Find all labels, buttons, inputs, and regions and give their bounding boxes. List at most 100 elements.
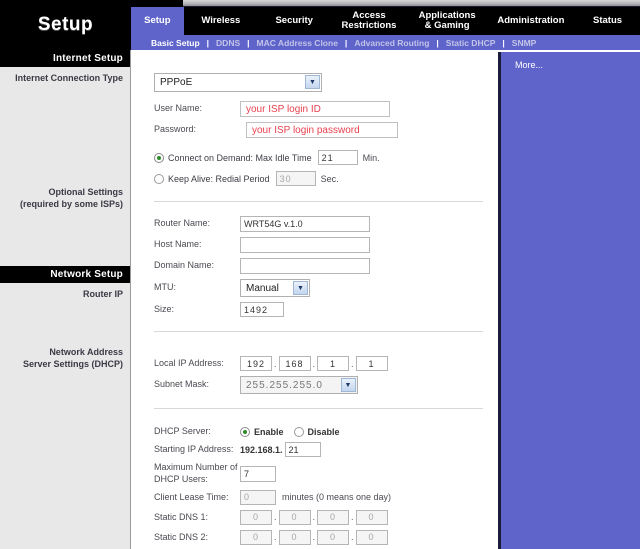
- subnav-separator-2: |: [247, 37, 250, 48]
- host-name-input[interactable]: [240, 237, 370, 253]
- mtu-row: MTU: Manual ▼: [154, 279, 483, 297]
- router-name-row: Router Name:: [154, 216, 483, 232]
- keep-alive-row[interactable]: Keep Alive: Redial Period Sec.: [154, 171, 483, 186]
- static-dns2-octet-4[interactable]: [355, 529, 388, 545]
- host-name-label: Host Name:: [154, 239, 202, 250]
- chevron-down-icon[interactable]: ▼: [305, 75, 320, 89]
- subnet-mask-label: Subnet Mask:: [154, 379, 210, 390]
- domain-name-input[interactable]: [240, 258, 370, 274]
- redial-period-input[interactable]: [275, 171, 316, 186]
- tab-status[interactable]: Status: [575, 7, 640, 35]
- sidebar-label-optional-settings: Optional Settings (required by some ISPs…: [0, 84, 130, 210]
- tab-setup[interactable]: Setup: [131, 7, 184, 35]
- max-dhcp-users-label: Maximum Number of DHCP Users:: [154, 462, 240, 485]
- radio-connect-on-demand[interactable]: [154, 152, 164, 163]
- local-ip-octet-1[interactable]: [240, 356, 272, 371]
- starting-ip-row: Starting IP Address: 192.168.1.: [154, 442, 483, 458]
- lease-time-note: minutes (0 means one day): [282, 492, 392, 503]
- tab-security[interactable]: Security: [258, 7, 330, 35]
- host-name-row: Host Name:: [154, 237, 483, 253]
- radio-dhcp-disable[interactable]: [293, 426, 304, 437]
- subnav-item-static-dhcp[interactable]: Static DHCP: [442, 38, 500, 48]
- subnav-separator-4: |: [436, 37, 439, 48]
- username-row: User Name: your ISP login ID: [154, 101, 483, 117]
- starting-ip-prefix: 192.168.1.: [240, 444, 283, 455]
- sidebar-label-dhcp-settings: Network Address Server Settings (DHCP): [0, 301, 130, 370]
- subnav-separator-3: |: [344, 37, 348, 48]
- connect-on-demand-row[interactable]: Connect on Demand: Max Idle Time Min.: [154, 150, 483, 165]
- more-link[interactable]: More...: [501, 52, 640, 70]
- router-name-input[interactable]: [240, 216, 370, 232]
- radio-dhcp-enable[interactable]: [240, 426, 250, 437]
- password-row: Password: your ISP login password: [154, 122, 483, 138]
- dhcp-enable-label: Enable: [254, 426, 284, 437]
- local-ip-octet-4[interactable]: [355, 356, 388, 371]
- static-dns2-octet-1[interactable]: [240, 529, 272, 545]
- subnav-separator-5: |: [502, 37, 505, 48]
- lease-time-label: Client Lease Time:: [154, 491, 229, 502]
- max-dhcp-users-label-line2: DHCP Users:: [154, 473, 208, 484]
- mtu-select[interactable]: Manual ▼: [240, 279, 310, 297]
- sidebar-label-router-ip: Router IP: [82, 289, 123, 300]
- left-sidebar: Internet Setup Internet Connection Type …: [0, 50, 131, 549]
- static-dns2-label: Static DNS 2:: [154, 531, 209, 542]
- tab-applications-gaming[interactable]: Applications & Gaming: [408, 7, 487, 35]
- router-setup-page: Setup Setup Wireless Security Access Res…: [0, 0, 640, 549]
- tab-administration[interactable]: Administration: [487, 7, 575, 35]
- tab-access-restrictions[interactable]: Access Restrictions: [330, 7, 407, 35]
- static-dns1-octet-3[interactable]: [317, 509, 350, 525]
- sidebar-label-internet-connection-type: Internet Connection Type: [15, 73, 123, 83]
- static-dns2-octet-3[interactable]: [317, 529, 350, 545]
- subnav-item-mac-address-clone[interactable]: MAC Address Clone: [253, 38, 342, 48]
- static-dns1-octet-2[interactable]: [278, 509, 311, 525]
- router-name-label: Router Name:: [154, 218, 211, 229]
- max-idle-time-unit: Min.: [362, 152, 380, 163]
- page-title: Setup: [37, 14, 94, 35]
- max-idle-time-input[interactable]: [317, 150, 358, 165]
- sidebar-label-optional-settings-line2: (required by some ISPs): [19, 199, 123, 210]
- subnav-item-basic-setup[interactable]: Basic Setup: [147, 38, 204, 48]
- max-dhcp-users-label-line1: Maximum Number of: [154, 462, 238, 473]
- sidebar-heading-network-setup: Network Setup: [0, 266, 130, 284]
- subnet-mask-value: 255.255.255.0: [246, 379, 323, 391]
- header-top-strip: [183, 0, 640, 7]
- lease-time-input[interactable]: [240, 489, 276, 505]
- tab-wireless[interactable]: Wireless: [184, 7, 258, 35]
- local-ip-octet-2[interactable]: [278, 356, 311, 371]
- starting-ip-input[interactable]: [284, 442, 321, 458]
- connection-type-value: PPPoE: [160, 77, 193, 88]
- max-dhcp-users-row: Maximum Number of DHCP Users:: [154, 462, 483, 485]
- subnav-item-ddns[interactable]: DDNS: [212, 38, 244, 48]
- chevron-down-icon[interactable]: ▼: [293, 281, 308, 295]
- section-router-ip: Local IP Address: . . . Subnet Mask: 255…: [154, 332, 483, 408]
- local-ip-octet-3[interactable]: [317, 356, 350, 371]
- local-ip-row: Local IP Address: . . .: [154, 356, 483, 371]
- subnet-mask-select[interactable]: 255.255.255.0 ▼: [240, 376, 358, 394]
- static-dns1-octet-1[interactable]: [240, 509, 272, 525]
- subnet-mask-row: Subnet Mask: 255.255.255.0 ▼: [154, 376, 483, 394]
- subnav-item-advanced-routing[interactable]: Advanced Routing: [350, 38, 433, 48]
- local-ip-label: Local IP Address:: [154, 357, 224, 368]
- main-content: PPPoE ▼ User Name: your ISP login ID Pas…: [132, 50, 497, 549]
- password-field[interactable]: your ISP login password: [246, 122, 398, 138]
- static-dns2-octet-2[interactable]: [278, 529, 311, 545]
- keep-alive-label: Keep Alive: Redial Period: [168, 173, 270, 184]
- section-optional-settings: Router Name: Host Name: Domain Name: MTU…: [154, 202, 483, 331]
- dhcp-server-label: DHCP Server:: [154, 426, 211, 436]
- static-dns1-row: Static DNS 1: . . .: [154, 509, 483, 525]
- sidebar-label-optional-settings-line1: Optional Settings: [48, 187, 123, 198]
- chevron-down-icon[interactable]: ▼: [341, 378, 356, 392]
- static-dns1-octet-4[interactable]: [355, 509, 388, 525]
- password-label: Password:: [154, 124, 197, 135]
- max-dhcp-users-input[interactable]: [240, 465, 276, 482]
- connection-type-select[interactable]: PPPoE ▼: [154, 73, 322, 92]
- page-body: Internet Setup Internet Connection Type …: [0, 50, 640, 549]
- size-input[interactable]: [240, 302, 284, 317]
- username-field[interactable]: your ISP login ID: [240, 101, 390, 117]
- domain-name-row: Domain Name:: [154, 258, 483, 274]
- dhcp-disable-label: Disable: [307, 426, 340, 437]
- page-header: Setup Setup Wireless Security Access Res…: [0, 0, 640, 50]
- redial-period-unit: Sec.: [320, 173, 339, 184]
- radio-keep-alive[interactable]: [154, 173, 164, 184]
- subnav-item-snmp[interactable]: SNMP: [508, 38, 541, 48]
